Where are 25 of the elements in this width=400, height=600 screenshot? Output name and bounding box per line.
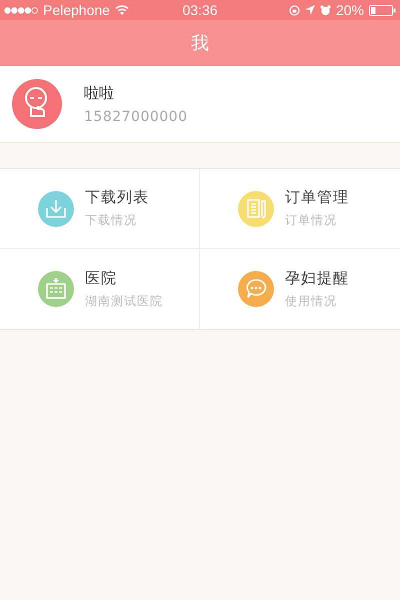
- menu-subtitle: 订单情况: [285, 212, 338, 229]
- user-name: 啦啦: [84, 84, 115, 102]
- profile-card[interactable]: 啦啦 15827000000: [0, 66, 400, 143]
- menu-title: 孕妇提醒: [285, 268, 349, 288]
- menu-subtitle: 下载情况: [85, 212, 138, 229]
- menu-tile[interactable]: 下载列表 下载情况: [0, 169, 200, 249]
- carrier-name: Pelephone: [43, 2, 110, 18]
- avatar-icon: [12, 79, 62, 129]
- menu-tile[interactable]: 医院 湖南测试医院: [0, 249, 200, 329]
- wifi-icon: [114, 5, 129, 15]
- status-time: 03:36: [182, 2, 218, 18]
- menu-subtitle: 使用情况: [285, 292, 338, 310]
- menu-title: 医院: [85, 268, 118, 288]
- menu-tile[interactable]: 孕妇提醒 使用情况: [200, 249, 400, 329]
- menu-tile[interactable]: 订单管理 订单情况: [200, 169, 400, 249]
- menu-subtitle: 湖南测试医院: [85, 292, 163, 310]
- signal-icon: [4, 6, 38, 14]
- location-arrow-icon: [304, 5, 315, 15]
- rotation-lock-icon: [288, 4, 300, 16]
- battery-percent: 20%: [336, 2, 364, 18]
- menu-title: 订单管理: [285, 188, 349, 207]
- phone-number: 15827000000: [84, 108, 188, 124]
- battery-icon: [369, 4, 396, 16]
- page-title: 我: [191, 32, 209, 55]
- menu-title: 下载列表: [85, 188, 149, 207]
